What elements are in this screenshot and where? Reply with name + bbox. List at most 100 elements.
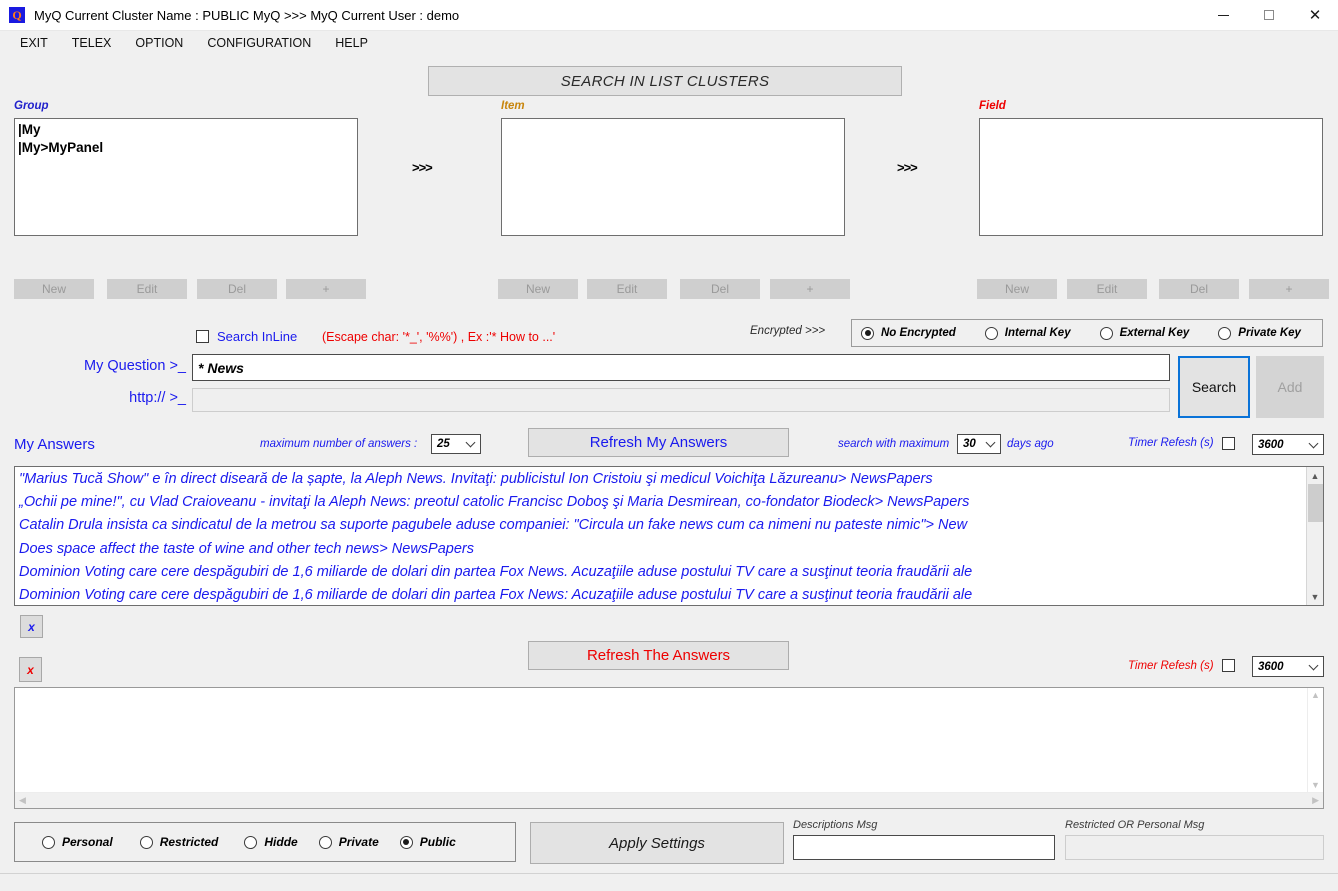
encryption-option-no-encrypted[interactable]: No Encrypted	[861, 326, 956, 340]
menu-item-configuration[interactable]: CONFIGURATION	[197, 34, 321, 52]
apply-settings-button[interactable]: Apply Settings	[530, 822, 784, 864]
descriptions-msg-input[interactable]	[793, 835, 1055, 860]
radio-personal-icon[interactable]	[42, 835, 55, 849]
my-answers-textarea[interactable]: "Marius Tucă Show" e în direct diseară d…	[14, 466, 1324, 606]
scroll-down-icon[interactable]: ▼	[1307, 588, 1324, 605]
radio-external-key-icon[interactable]	[1099, 326, 1113, 340]
timer-refresh-dropdown-top[interactable]: 3600	[1252, 434, 1324, 455]
search-button[interactable]: Search	[1178, 356, 1250, 418]
encryption-option-private-key[interactable]: Private Key	[1218, 326, 1301, 340]
field-del-button[interactable]: Del	[1159, 279, 1239, 299]
maximize-button[interactable]	[1246, 0, 1292, 31]
search-inline-label: Search InLine	[217, 329, 298, 344]
radio-public-label: Public	[419, 835, 456, 849]
permission-option-private[interactable]: Private	[318, 835, 379, 849]
my-answers-vertical-scrollbar[interactable]: ▲ ▼	[1306, 467, 1323, 605]
group-to-item-arrow-icon: >>>	[412, 160, 433, 175]
search-inline-control[interactable]: Search InLine	[196, 329, 297, 344]
item-edit-button[interactable]: Edit	[587, 279, 667, 299]
chevron-down-icon	[465, 437, 476, 448]
max-answers-dropdown[interactable]: 25	[431, 434, 481, 454]
answer-line[interactable]: "Marius Tucă Show" e în direct diseară d…	[19, 468, 1303, 491]
group-new-button[interactable]: New	[14, 279, 94, 299]
close-icon: ✕	[1308, 6, 1322, 24]
permission-option-restricted[interactable]: Restricted	[139, 835, 218, 849]
encryption-option-external-key[interactable]: External Key	[1099, 326, 1190, 340]
item-listbox[interactable]	[501, 118, 845, 236]
permission-option-personal[interactable]: Personal	[42, 835, 113, 849]
minimize-button[interactable]	[1200, 0, 1246, 31]
scroll-down-icon[interactable]: ▼	[1311, 780, 1320, 790]
field-listbox[interactable]	[979, 118, 1323, 236]
the-answers-textarea[interactable]: ▲ ▼ ◀ ▶	[14, 687, 1324, 809]
radio-personal-label: Personal	[62, 835, 113, 849]
permission-option-public[interactable]: Public	[399, 835, 456, 849]
clear-my-answers-button[interactable]: x	[20, 615, 43, 638]
field-add-button[interactable]: +	[1249, 279, 1329, 299]
url-input[interactable]	[192, 388, 1170, 412]
answer-line[interactable]: Catalin Drula insista ca sindicatul de l…	[19, 514, 1303, 537]
timer-refresh-checkbox-bottom[interactable]	[1222, 659, 1235, 672]
my-question-label: My Question >_	[84, 358, 186, 374]
timer-refresh-value-bottom: 3600	[1258, 660, 1284, 673]
item-label: Item	[501, 100, 525, 112]
close-button[interactable]: ✕	[1292, 0, 1338, 31]
item-add-button[interactable]: +	[770, 279, 850, 299]
item-del-button[interactable]: Del	[680, 279, 760, 299]
timer-refresh-dropdown-bottom[interactable]: 3600	[1252, 656, 1324, 677]
menu-item-telex[interactable]: TELEX	[62, 34, 122, 52]
max-answers-label: maximum number of answers :	[260, 438, 418, 450]
descriptions-msg-label: Descriptions Msg	[793, 819, 878, 831]
radio-public-icon[interactable]	[399, 835, 413, 849]
app-logo-letter: Q	[12, 8, 22, 22]
radio-external-key-label: External Key	[1119, 327, 1190, 339]
add-button[interactable]: Add	[1256, 356, 1324, 418]
permission-option-hidde[interactable]: Hidde	[244, 835, 298, 849]
list-item[interactable]: |My	[18, 121, 354, 139]
radio-hidde-icon[interactable]	[244, 835, 258, 849]
group-edit-button[interactable]: Edit	[107, 279, 187, 299]
answer-line[interactable]: Dominion Voting care cere despăgubiri de…	[19, 584, 1303, 605]
the-answers-vertical-scrollbar[interactable]: ▲ ▼	[1307, 688, 1323, 792]
field-new-button[interactable]: New	[977, 279, 1057, 299]
timer-refresh-label-bottom: Timer Refesh (s)	[1128, 660, 1214, 672]
scroll-up-icon[interactable]: ▲	[1307, 467, 1324, 484]
menu-item-help[interactable]: HELP	[325, 34, 378, 52]
my-question-input[interactable]: * News	[192, 354, 1170, 381]
search-in-list-clusters-header[interactable]: SEARCH IN LIST CLUSTERS	[428, 66, 902, 96]
the-answers-horizontal-scrollbar[interactable]: ◀ ▶	[15, 792, 1323, 808]
scrollbar-thumb[interactable]	[1307, 484, 1323, 522]
timer-refresh-checkbox-top[interactable]	[1222, 437, 1235, 450]
minimize-icon	[1217, 14, 1229, 16]
radio-restricted-icon[interactable]	[139, 835, 153, 849]
restricted-msg-input[interactable]	[1065, 835, 1324, 860]
answer-line[interactable]: „Ochii pe mine!", cu Vlad Craioveanu - i…	[19, 491, 1303, 514]
refresh-the-answers-button[interactable]: Refresh The Answers	[528, 641, 789, 670]
item-new-button[interactable]: New	[498, 279, 578, 299]
answer-line[interactable]: Dominion Voting care cere despăgubiri de…	[19, 561, 1303, 584]
group-add-button[interactable]: +	[286, 279, 366, 299]
the-answers-content[interactable]	[15, 688, 1307, 792]
radio-no-encrypted-icon[interactable]	[861, 326, 874, 340]
refresh-my-answers-button[interactable]: Refresh My Answers	[528, 428, 789, 457]
menu-item-option[interactable]: OPTION	[125, 34, 193, 52]
maximize-icon	[1264, 10, 1274, 20]
radio-private-icon[interactable]	[318, 835, 332, 849]
encryption-option-internal-key[interactable]: Internal Key	[984, 326, 1071, 340]
my-answers-content: "Marius Tucă Show" e în direct diseară d…	[15, 467, 1306, 605]
radio-private-key-icon[interactable]	[1218, 326, 1232, 340]
radio-internal-key-icon[interactable]	[984, 326, 998, 340]
scroll-right-icon[interactable]: ▶	[1312, 795, 1319, 806]
group-del-button[interactable]: Del	[197, 279, 277, 299]
search-days-value: 30	[963, 438, 976, 450]
list-item[interactable]: |My>MyPanel	[18, 139, 354, 157]
answer-line[interactable]: Does space affect the taste of wine and …	[19, 538, 1303, 561]
menu-item-exit[interactable]: EXIT	[10, 34, 58, 52]
group-listbox[interactable]: |My |My>MyPanel	[14, 118, 358, 236]
scroll-up-icon[interactable]: ▲	[1311, 690, 1320, 700]
field-edit-button[interactable]: Edit	[1067, 279, 1147, 299]
search-inline-checkbox[interactable]	[196, 330, 209, 343]
clear-the-answers-button[interactable]: x	[19, 657, 42, 682]
scroll-left-icon[interactable]: ◀	[19, 795, 26, 806]
search-days-dropdown[interactable]: 30	[957, 434, 1001, 454]
